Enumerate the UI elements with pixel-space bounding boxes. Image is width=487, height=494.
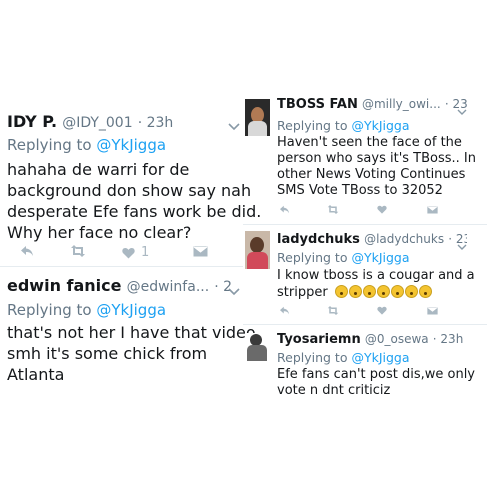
tweet-header: TBOSS FAN @milly_owi... · 23h (277, 97, 467, 112)
tweet-text-line: hahaha de warri for de (7, 160, 190, 179)
tweet-text-line: Why her face no clear? (7, 223, 192, 242)
reply-icon[interactable] (279, 306, 290, 315)
author-name[interactable]: IDY P. (7, 112, 57, 131)
tweet-text-line: I know tboss is a cougar and a (277, 268, 475, 283)
replying-to: Replying to @YkJigga (7, 301, 167, 319)
chevron-down-icon[interactable] (228, 281, 240, 300)
tweet-divider (243, 224, 487, 225)
flushed-face-emoji (334, 285, 433, 300)
tweet-text: I know tboss is a cougar and a stripper (277, 267, 475, 301)
tweet-text-line: Efe fans can't post dis,we only (277, 367, 476, 382)
tweet-text-line: background don show say nah (7, 181, 252, 200)
avatar[interactable] (245, 333, 270, 363)
replying-to: Replying to @YkJigga (277, 250, 410, 265)
tweet-text-line: other News Voting Continues (277, 167, 466, 182)
reply-mention-link[interactable]: @YkJigga (351, 118, 409, 133)
retweet-icon[interactable] (327, 205, 339, 214)
like-count: 1 (141, 245, 150, 260)
dm-icon[interactable] (427, 205, 438, 214)
reply-mention-link[interactable]: @YkJigga (96, 301, 166, 319)
tweet-actions: 1 (0, 245, 240, 261)
heart-icon[interactable] (377, 306, 387, 315)
author-name[interactable]: TBOSS FAN (277, 97, 358, 112)
avatar[interactable] (245, 231, 270, 269)
reply-mention-link[interactable]: @YkJigga (351, 350, 409, 365)
tweet-text-line: vote n dnt criticiz (277, 383, 391, 398)
tweet-actions (277, 306, 467, 322)
retweet-icon[interactable] (327, 306, 339, 315)
dm-icon[interactable] (193, 245, 208, 257)
heart-icon[interactable] (377, 205, 387, 214)
tweet-divider (0, 266, 243, 267)
tweet-text: Efe fans can't post dis,we only vote n d… (277, 367, 475, 399)
reply-icon[interactable] (20, 245, 34, 257)
reply-mention-link[interactable]: @YkJigga (96, 136, 166, 154)
author-handle[interactable]: @0_osewa (365, 332, 429, 346)
tweet-text: that's not her I have that video smh it'… (7, 322, 256, 385)
tweet-text-line: Atlanta (7, 365, 65, 384)
tweet-header: Tyosariemn @0_osewa · 23h (277, 332, 467, 347)
tweet-text-line: stripper (277, 285, 328, 300)
tweet-time[interactable]: · 23h (433, 332, 464, 346)
tweet-divider (243, 324, 487, 325)
author-handle[interactable]: @milly_owi... (362, 97, 441, 111)
reply-icon[interactable] (279, 205, 290, 214)
tweet-text-line: Haven't seen the face of the (277, 135, 462, 150)
tweet-text: hahaha de warri for de background don sh… (7, 159, 261, 243)
tweet-header: ladydchuks @ladydchuks · 23h (277, 232, 467, 247)
tweet-text-line: person who says it's TBoss.. In (277, 151, 477, 166)
chevron-down-icon[interactable] (457, 236, 467, 255)
reply-mention-link[interactable]: @YkJigga (351, 250, 409, 265)
author-name[interactable]: ladydchuks (277, 232, 360, 247)
chevron-down-icon[interactable] (228, 116, 240, 135)
tweet-text-line: smh it's some chick from (7, 344, 208, 363)
tweet-time[interactable]: · 23h (138, 115, 174, 131)
author-handle[interactable]: @ladydchuks (364, 232, 444, 246)
chevron-down-icon[interactable] (457, 101, 467, 120)
tweet-text-line: SMS Vote TBoss to 32052 (277, 183, 443, 198)
tweet-header: IDY P. @IDY_001 · 23h (7, 112, 232, 131)
author-handle[interactable]: @edwinfa... (127, 279, 210, 295)
author-name[interactable]: edwin fanice (7, 276, 122, 295)
tweet-header: edwin fanice @edwinfa... · 23h (7, 276, 232, 295)
heart-icon[interactable]: 1 (122, 245, 149, 260)
tweet-actions (277, 205, 467, 221)
dm-icon[interactable] (427, 306, 438, 315)
author-name[interactable]: Tyosariemn (277, 332, 361, 347)
replying-to: Replying to @YkJigga (7, 136, 167, 154)
tweet-text-line: desperate Efe fans work be did. (7, 202, 262, 221)
replying-to: Replying to @YkJigga (277, 350, 410, 365)
replying-to: Replying to @YkJigga (277, 118, 410, 133)
avatar[interactable] (245, 99, 270, 136)
retweet-icon[interactable] (70, 245, 86, 257)
author-handle[interactable]: @IDY_001 (62, 115, 132, 131)
tweet-text: Haven't seen the face of the person who … (277, 135, 476, 199)
tweet-text-line: that's not her I have that video (7, 323, 256, 342)
